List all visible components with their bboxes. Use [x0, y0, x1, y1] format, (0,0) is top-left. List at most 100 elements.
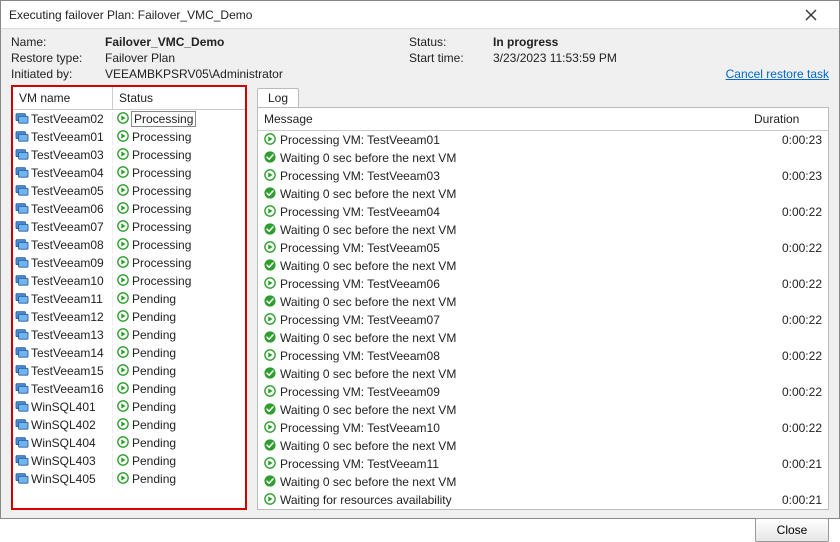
table-row[interactable]: TestVeeam01Processing — [13, 128, 245, 146]
vm-status: Pending — [132, 346, 176, 360]
summary-grid: Name: Failover_VMC_Demo Status: In progr… — [11, 35, 829, 81]
table-row[interactable]: TestVeeam03Processing — [13, 146, 245, 164]
list-item[interactable]: Processing VM: TestVeeam050:00:22 — [258, 239, 828, 257]
play-icon — [117, 184, 129, 199]
list-item[interactable]: Processing VM: TestVeeam030:00:23 — [258, 167, 828, 185]
list-item[interactable]: Waiting 0 sec before the next VM — [258, 185, 828, 203]
list-item[interactable]: Processing VM: TestVeeam080:00:22 — [258, 347, 828, 365]
start-time-label: Start time: — [409, 51, 489, 65]
table-row[interactable]: TestVeeam10Processing — [13, 272, 245, 290]
play-icon — [117, 256, 129, 271]
tab-log[interactable]: Log — [257, 88, 299, 107]
vm-icon — [15, 310, 29, 325]
vm-status: Pending — [132, 328, 176, 342]
list-item[interactable]: Waiting 0 sec before the next VM — [258, 401, 828, 419]
log-box: Message Duration Processing VM: TestVeea… — [257, 107, 829, 510]
list-item[interactable]: Waiting 0 sec before the next VM — [258, 257, 828, 275]
log-message: Processing VM: TestVeeam03 — [280, 169, 760, 183]
vm-name: TestVeeam15 — [31, 364, 104, 378]
name-label: Name: — [11, 35, 101, 49]
list-item[interactable]: Processing VM: TestVeeam090:00:22 — [258, 383, 828, 401]
log-message: Waiting 0 sec before the next VM — [280, 331, 760, 345]
list-item[interactable]: Waiting 0 sec before the next VM — [258, 473, 828, 491]
list-item[interactable]: Processing VM: TestVeeam040:00:22 — [258, 203, 828, 221]
table-row[interactable]: TestVeeam14Pending — [13, 344, 245, 362]
cancel-restore-link[interactable]: Cancel restore task — [707, 67, 829, 81]
vm-status: Pending — [132, 418, 176, 432]
list-item[interactable]: Waiting for resources availability0:00:2… — [258, 491, 828, 509]
vm-icon — [15, 238, 29, 253]
log-duration: 0:00:23 — [764, 133, 822, 147]
list-item[interactable]: Processing VM: TestVeeam11 0:00:21 — [258, 455, 828, 473]
play-icon — [264, 421, 276, 436]
list-item[interactable]: Processing VM: TestVeeam070:00:22 — [258, 311, 828, 329]
vm-list: TestVeeam02ProcessingTestVeeam01Processi… — [13, 110, 245, 508]
vm-name: TestVeeam08 — [31, 238, 104, 252]
table-row[interactable]: TestVeeam05Processing — [13, 182, 245, 200]
table-row[interactable]: TestVeeam06 Processing — [13, 200, 245, 218]
play-icon — [117, 220, 129, 235]
table-row[interactable]: WinSQL403Pending — [13, 452, 245, 470]
log-scroll[interactable]: Processing VM: TestVeeam010:00:23Waiting… — [258, 131, 828, 509]
table-row[interactable]: WinSQL404Pending — [13, 434, 245, 452]
list-item[interactable]: Waiting 0 sec before the next VM — [258, 365, 828, 383]
log-message: Waiting 0 sec before the next VM — [280, 439, 760, 453]
vm-name: TestVeeam06 — [31, 202, 104, 216]
vm-status: Processing — [132, 112, 195, 126]
start-time-value: 3/23/2023 11:53:59 PM — [493, 51, 703, 65]
table-row[interactable]: TestVeeam08 Processing — [13, 236, 245, 254]
vm-icon — [15, 454, 29, 469]
vm-status: Processing — [132, 202, 191, 216]
vm-col-status[interactable]: Status — [113, 87, 245, 109]
table-row[interactable]: TestVeeam13Pending — [13, 326, 245, 344]
table-row[interactable]: WinSQL405Pending — [13, 470, 245, 488]
name-value: Failover_VMC_Demo — [105, 35, 405, 49]
table-row[interactable]: TestVeeam04Processing — [13, 164, 245, 182]
vm-name: TestVeeam10 — [31, 274, 104, 288]
vm-status: Processing — [132, 238, 191, 252]
list-item[interactable]: Waiting 0 sec before the next VM — [258, 221, 828, 239]
log-col-message[interactable]: Message — [264, 112, 754, 126]
vm-icon — [15, 418, 29, 433]
play-icon — [264, 205, 276, 220]
list-item[interactable]: Processing VM: TestVeeam100:00:22 — [258, 419, 828, 437]
log-message: Processing VM: TestVeeam08 — [280, 349, 760, 363]
table-row[interactable]: TestVeeam09Processing — [13, 254, 245, 272]
table-row[interactable]: TestVeeam02Processing — [13, 110, 245, 128]
table-row[interactable]: WinSQL401Pending — [13, 398, 245, 416]
close-button[interactable]: Close — [755, 518, 829, 542]
list-item[interactable]: Processing VM: TestVeeam060:00:22 — [258, 275, 828, 293]
status-value: In progress — [493, 35, 703, 49]
table-row[interactable]: TestVeeam07Processing — [13, 218, 245, 236]
list-item[interactable]: Waiting 0 sec before the next VM — [258, 437, 828, 455]
list-item[interactable]: Waiting 0 sec before the next VM — [258, 293, 828, 311]
log-col-duration[interactable]: Duration — [754, 112, 822, 126]
log-message: Processing VM: TestVeeam07 — [280, 313, 760, 327]
vm-status: Pending — [132, 454, 176, 468]
log-message: Processing VM: TestVeeam11 — [280, 457, 760, 471]
list-item[interactable]: Processing VM: TestVeeam010:00:23 — [258, 131, 828, 149]
table-row[interactable]: TestVeeam15Pending — [13, 362, 245, 380]
log-message: Waiting 0 sec before the next VM — [280, 223, 760, 237]
play-icon — [117, 328, 129, 343]
play-icon — [117, 436, 129, 451]
list-item[interactable]: Waiting 0 sec before the next VM — [258, 329, 828, 347]
table-row[interactable]: TestVeeam11Pending — [13, 290, 245, 308]
log-duration: 0:00:21 — [764, 457, 822, 471]
check-icon — [264, 151, 276, 166]
vm-name: WinSQL401 — [31, 400, 96, 414]
close-icon[interactable] — [791, 1, 831, 29]
vm-icon — [15, 202, 29, 217]
vm-icon — [15, 364, 29, 379]
vm-col-name[interactable]: VM name — [13, 87, 113, 109]
play-icon — [117, 310, 129, 325]
table-row[interactable]: WinSQL402Pending — [13, 416, 245, 434]
list-item[interactable]: Waiting 0 sec before the next VM — [258, 149, 828, 167]
table-row[interactable]: TestVeeam12Pending — [13, 308, 245, 326]
vm-icon — [15, 400, 29, 415]
vm-name: WinSQL405 — [31, 472, 96, 486]
vm-status: Processing — [132, 148, 191, 162]
table-row[interactable]: TestVeeam16Pending — [13, 380, 245, 398]
log-duration: 0:00:22 — [764, 205, 822, 219]
vm-icon — [15, 166, 29, 181]
